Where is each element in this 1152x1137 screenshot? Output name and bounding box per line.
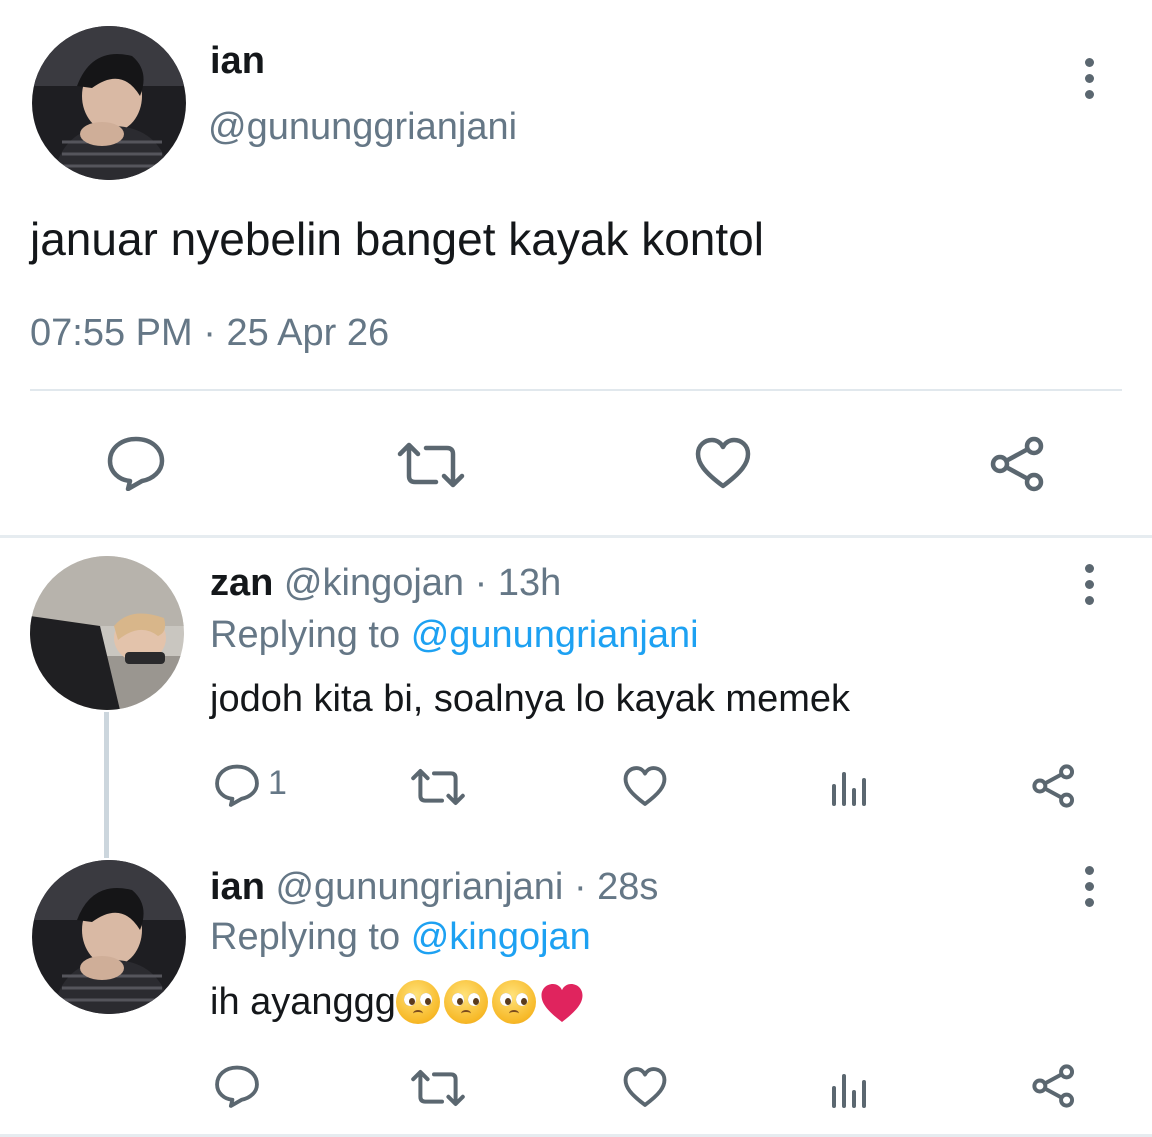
reply-display-name[interactable]: zan: [210, 562, 273, 604]
reply-replying-to: Replying to @gunungrianjani: [210, 614, 699, 657]
analytics-icon[interactable]: [830, 766, 870, 806]
reply-time: 13h: [497, 562, 562, 604]
retweet-icon[interactable]: [410, 767, 466, 807]
reply-text-row: ih ayanggg: [210, 980, 584, 1034]
reply-handle[interactable]: @gunungrianjani: [275, 866, 563, 908]
reply-more-icon[interactable]: [1069, 866, 1109, 926]
red-heart-emoji: [540, 982, 584, 1034]
replying-to-label: Replying to: [210, 614, 401, 656]
reply-header: zan @kingojan · 13h: [210, 562, 561, 605]
like-icon[interactable]: [694, 436, 752, 490]
reply-icon[interactable]: [214, 1064, 260, 1108]
replying-to-link[interactable]: @kingojan: [411, 916, 591, 958]
main-tweet-more-icon[interactable]: [1069, 58, 1109, 118]
reply-text: jodoh kita bi, soalnya lo kayak memek: [210, 678, 850, 720]
main-tweet-text: januar nyebelin banget kayak kontol: [30, 213, 764, 265]
reply-time: 28s: [597, 866, 659, 908]
like-icon[interactable]: [622, 1066, 668, 1108]
retweet-icon[interactable]: [396, 440, 466, 490]
main-tweet-time: 07:55 PM: [30, 312, 193, 354]
pleading-face-emoji: [491, 980, 536, 1024]
main-tweet-display-name[interactable]: ian: [210, 40, 265, 83]
reply-icon[interactable]: [106, 435, 166, 491]
reply-icon[interactable]: [214, 763, 260, 807]
share-icon[interactable]: [1030, 1064, 1078, 1108]
thread-line: [104, 712, 109, 858]
reply-replying-to: Replying to @kingojan: [210, 916, 591, 959]
share-icon[interactable]: [988, 436, 1048, 492]
replying-to-link[interactable]: @gunungrianjani: [411, 614, 699, 656]
main-tweet-divider: [30, 389, 1122, 391]
reply-text: ih ayanggg: [210, 981, 396, 1023]
main-tweet-handle[interactable]: @gununggrianjani: [208, 106, 517, 149]
pleading-face-emoji: [395, 980, 440, 1024]
reply-more-icon[interactable]: [1069, 564, 1109, 624]
reply-handle[interactable]: @kingojan: [284, 562, 464, 604]
reply-separator: ·: [474, 562, 488, 604]
reply-avatar[interactable]: [32, 860, 186, 1014]
section-divider: [0, 535, 1152, 538]
reply-count: 1: [268, 764, 287, 802]
pleading-face-emoji: [443, 980, 488, 1024]
reply-header: ian @gunungrianjani · 28s: [210, 866, 658, 909]
reply-separator: ·: [573, 866, 587, 908]
reply-avatar[interactable]: [30, 556, 184, 710]
main-tweet-date: 25 Apr 26: [226, 312, 390, 354]
main-tweet-avatar[interactable]: [32, 26, 186, 180]
share-icon[interactable]: [1030, 764, 1078, 808]
replying-to-label: Replying to: [210, 916, 401, 958]
retweet-icon[interactable]: [410, 1068, 466, 1108]
reply-display-name[interactable]: ian: [210, 866, 265, 908]
main-tweet-separator: ·: [203, 312, 216, 354]
main-tweet-timestamp: 07:55 PM · 25 Apr 26: [30, 312, 389, 355]
like-icon[interactable]: [622, 765, 668, 807]
analytics-icon[interactable]: [830, 1068, 870, 1108]
